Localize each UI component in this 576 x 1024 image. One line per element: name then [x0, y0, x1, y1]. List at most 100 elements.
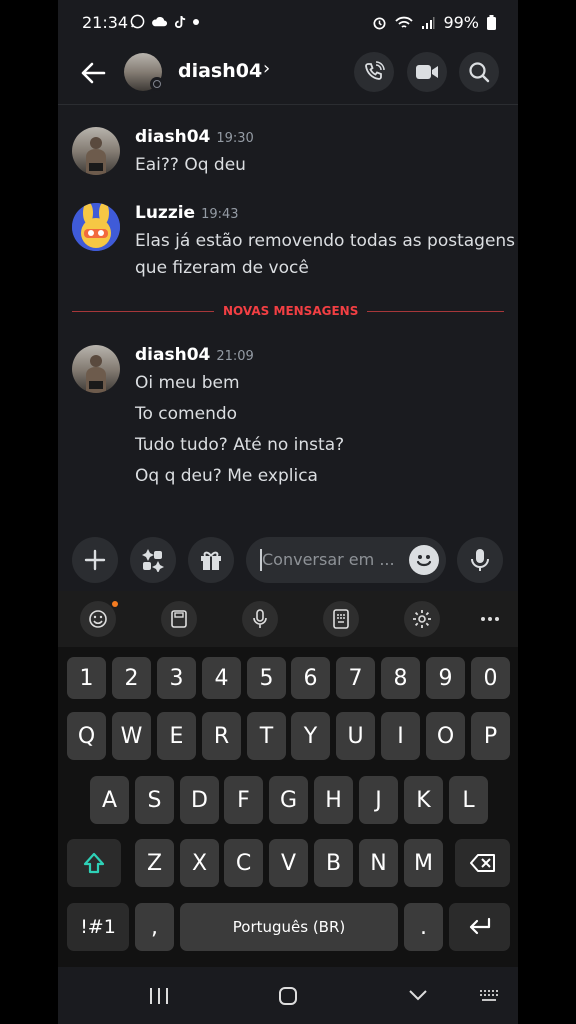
- add-attachment-button[interactable]: [72, 537, 118, 583]
- enter-key[interactable]: [449, 903, 510, 951]
- symbols-key[interactable]: !#1: [67, 903, 129, 951]
- backspace-key[interactable]: [455, 839, 510, 887]
- search-button[interactable]: [459, 52, 499, 92]
- video-call-button[interactable]: [407, 52, 447, 92]
- more-options-button[interactable]: [472, 601, 508, 637]
- key-6[interactable]: 6: [291, 657, 330, 699]
- key-y[interactable]: Y: [291, 712, 330, 760]
- key-2[interactable]: 2: [112, 657, 151, 699]
- key-j[interactable]: J: [359, 776, 398, 824]
- key-w[interactable]: W: [112, 712, 151, 760]
- voice-call-button[interactable]: [354, 52, 394, 92]
- clipboard-icon: [171, 610, 187, 628]
- message-author[interactable]: diash04 21:09: [135, 345, 254, 365]
- message-text: Eai?? Oq deu: [135, 155, 246, 175]
- chevron-right-icon[interactable]: ›: [263, 58, 270, 79]
- key-t[interactable]: T: [247, 712, 286, 760]
- offline-status-icon: [150, 77, 164, 91]
- key-m[interactable]: M: [404, 839, 443, 887]
- user-avatar[interactable]: [72, 203, 120, 251]
- key-4[interactable]: 4: [202, 657, 241, 699]
- emoji-panel-button[interactable]: [80, 601, 118, 637]
- author-name[interactable]: diash04: [135, 127, 210, 147]
- more-horizontal-icon: [481, 617, 499, 621]
- virtual-keyboard: 1 2 3 4 5 6 7 8 9 0 Q W E R T Y U I O P …: [58, 591, 518, 967]
- keyboard-settings-button[interactable]: [404, 601, 440, 637]
- video-camera-icon: [416, 65, 438, 79]
- key-e[interactable]: E: [157, 712, 196, 760]
- key-p[interactable]: P: [471, 712, 510, 760]
- author-name[interactable]: diash04: [135, 345, 210, 365]
- voice-message-button[interactable]: [457, 537, 503, 583]
- period-key[interactable]: .: [404, 903, 443, 951]
- key-i[interactable]: I: [381, 712, 420, 760]
- spacebar[interactable]: Português (BR): [180, 903, 398, 951]
- key-0[interactable]: 0: [471, 657, 510, 699]
- phone-icon: [365, 61, 385, 80]
- key-s[interactable]: S: [135, 776, 174, 824]
- keyboard-switch-icon[interactable]: [478, 989, 500, 1003]
- key-k[interactable]: K: [404, 776, 443, 824]
- message-author[interactable]: Luzzie 19:43: [135, 203, 239, 223]
- message-input[interactable]: Conversar em ...: [246, 537, 446, 583]
- key-z[interactable]: Z: [135, 839, 174, 887]
- gift-button[interactable]: [188, 537, 234, 583]
- key-q[interactable]: Q: [67, 712, 106, 760]
- key-x[interactable]: X: [180, 839, 219, 887]
- key-c[interactable]: C: [224, 839, 263, 887]
- key-1[interactable]: 1: [67, 657, 106, 699]
- key-v[interactable]: V: [269, 839, 308, 887]
- user-avatar[interactable]: [72, 345, 120, 393]
- dot-icon: [193, 18, 199, 25]
- status-time: 21:34: [82, 13, 129, 32]
- apps-button[interactable]: [130, 537, 176, 583]
- key-7[interactable]: 7: [336, 657, 375, 699]
- key-3[interactable]: 3: [157, 657, 196, 699]
- signal-icon: [422, 16, 435, 29]
- key-g[interactable]: G: [269, 776, 308, 824]
- keyboard-mode-button[interactable]: [323, 601, 359, 637]
- recent-apps-icon[interactable]: [148, 987, 170, 1005]
- key-a[interactable]: A: [90, 776, 129, 824]
- whatsapp-icon: [130, 14, 145, 29]
- battery-icon: [487, 15, 496, 30]
- gift-icon: [201, 551, 221, 570]
- header-username[interactable]: diash04: [178, 60, 262, 82]
- key-l[interactable]: L: [449, 776, 488, 824]
- message-list[interactable]: diash04 19:30 Eai?? Oq deu Luzzie 19:43 El…: [58, 105, 518, 525]
- message-text: Oq q deu? Me explica: [135, 466, 318, 486]
- battery-percent: 99%: [443, 13, 479, 32]
- key-n[interactable]: N: [359, 839, 398, 887]
- search-icon: [469, 62, 490, 83]
- author-name[interactable]: Luzzie: [135, 203, 195, 223]
- home-icon[interactable]: [278, 986, 298, 1006]
- user-avatar[interactable]: [72, 127, 120, 175]
- key-9[interactable]: 9: [426, 657, 465, 699]
- shift-key[interactable]: [67, 839, 121, 887]
- chat-header: diash04 ›: [58, 44, 518, 105]
- voice-input-button[interactable]: [242, 601, 278, 637]
- keyboard-toolbar: [58, 591, 518, 647]
- system-icons: 99%: [372, 13, 496, 32]
- message-time: 19:30: [216, 131, 254, 146]
- key-8[interactable]: 8: [381, 657, 420, 699]
- key-d[interactable]: D: [180, 776, 219, 824]
- message-text: Tudo tudo? Até no insta?: [135, 435, 345, 455]
- emoji-button[interactable]: [409, 545, 439, 575]
- key-f[interactable]: F: [224, 776, 263, 824]
- message-time: 21:09: [216, 349, 254, 364]
- key-h[interactable]: H: [314, 776, 353, 824]
- wifi-icon: [395, 16, 414, 28]
- key-u[interactable]: U: [336, 712, 375, 760]
- comma-key[interactable]: ,: [135, 903, 174, 951]
- key-r[interactable]: R: [202, 712, 241, 760]
- hide-keyboard-icon[interactable]: [408, 989, 428, 1001]
- back-arrow-icon[interactable]: [78, 58, 108, 88]
- message-author[interactable]: diash04 19:30: [135, 127, 254, 147]
- key-5[interactable]: 5: [247, 657, 286, 699]
- clipboard-button[interactable]: [161, 601, 197, 637]
- microphone-icon: [253, 609, 267, 628]
- gear-icon: [413, 610, 431, 628]
- key-o[interactable]: O: [426, 712, 465, 760]
- key-b[interactable]: B: [314, 839, 353, 887]
